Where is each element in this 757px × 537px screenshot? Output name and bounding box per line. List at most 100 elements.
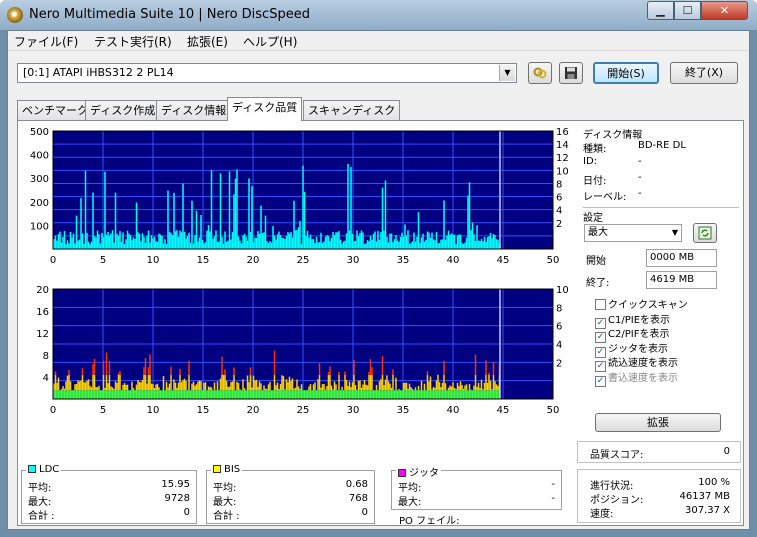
- bis-chart: 201612841086420 5 10 15 20 25 30 35 40 45 50: [18, 279, 573, 429]
- disc-info-group: ディスク情報 種類: BD-RE DL ID: - 日付: - レーベル: -: [583, 124, 739, 203]
- x-tick-label: 35: [397, 255, 410, 266]
- ldc-total-label: 合計 :: [28, 511, 55, 522]
- x-tick-label: 45: [497, 405, 510, 416]
- client-area: ファイル(F) テスト実行(R) 拡張(E) ヘルプ(H) [0:1] ATAP…: [7, 30, 750, 530]
- floppy-disk-icon: [565, 67, 577, 79]
- tab-strip: ベンチマーク ディスク作成 ディスク情報 ディスク品質 スキャンディスク: [17, 97, 747, 121]
- y-left-tick-label: 400: [30, 151, 49, 162]
- chevron-down-icon[interactable]: ▼: [499, 65, 515, 81]
- x-tick-label: 15: [197, 405, 210, 416]
- ldc-total-value: 0: [183, 507, 190, 518]
- end-pos-field[interactable]: 4619 MB: [646, 271, 717, 289]
- menu-extensions[interactable]: 拡張(E): [187, 33, 228, 50]
- bis-total-label: 合計 :: [213, 511, 240, 522]
- bis-max-value: 768: [348, 493, 368, 504]
- menu-test-run[interactable]: テスト実行(R): [94, 33, 172, 50]
- checkmark-icon: ✓: [595, 375, 606, 387]
- bis-color-swatch: [213, 465, 221, 473]
- position-value: 46137 MB: [679, 491, 730, 502]
- disc-quality-panel: 500 400 300 200 100 16 14 12 10 8 6 4 2 0 5 10 15 20 25 30 3…: [17, 120, 744, 527]
- x-tick-label: 50: [547, 405, 560, 416]
- disc-date-label: 日付:: [583, 176, 607, 187]
- exit-button[interactable]: 終了(X): [670, 62, 738, 84]
- tab-disc-info[interactable]: ディスク情報: [156, 100, 232, 121]
- option-checkbox: ✓ 書込速度を表示: [595, 369, 678, 387]
- y-right-tick-label: 4: [556, 340, 562, 351]
- option-label: ジッタを表示: [608, 343, 668, 355]
- start-pos-label: 開始: [586, 256, 606, 267]
- jitter-avg-value: -: [551, 479, 555, 490]
- x-tick-label: 30: [347, 405, 360, 416]
- option-label: クイックスキャン: [608, 300, 688, 311]
- x-tick-label: 40: [447, 255, 460, 266]
- x-tick-label: 30: [347, 255, 360, 266]
- settings-group: 設定 最大 ▼ 開始 0000 MB 終了: 4619 MB クイックスキャン ✓…: [583, 207, 739, 435]
- save-button[interactable]: [559, 62, 583, 84]
- y-left-tick-label: 200: [30, 198, 49, 209]
- x-tick-label: 50: [547, 255, 560, 266]
- link-drive-button[interactable]: [528, 62, 552, 84]
- po-fail-label: PO フェイル:: [399, 516, 460, 527]
- y-left-tick-label: 4: [43, 373, 49, 384]
- end-pos-label: 終了:: [586, 278, 610, 289]
- tab-disc-create[interactable]: ディスク作成: [85, 100, 161, 121]
- menu-file[interactable]: ファイル(F): [14, 33, 78, 50]
- minimize-button[interactable]: ▁: [647, 1, 674, 20]
- y-right-tick-label: 4: [556, 206, 562, 217]
- ldc-title: LDC: [39, 464, 60, 475]
- close-button[interactable]: ✕: [701, 1, 748, 20]
- bis-total-value: 0: [361, 507, 368, 518]
- x-tick-label: 10: [147, 255, 160, 266]
- x-tick-label: 5: [100, 405, 106, 416]
- refresh-button[interactable]: [693, 223, 717, 243]
- y-right-tick-label: 8: [556, 303, 562, 314]
- y-left-tick-label: 20: [36, 285, 49, 296]
- start-button[interactable]: 開始(S): [593, 62, 659, 84]
- jitter-color-swatch: [398, 469, 406, 477]
- title-bar[interactable]: Nero Multimedia Suite 10 | Nero DiscSpee…: [0, 0, 757, 30]
- tab-benchmark[interactable]: ベンチマーク: [17, 100, 93, 121]
- tab-disc-quality[interactable]: ディスク品質: [227, 97, 303, 121]
- speed-select[interactable]: 最大 ▼: [584, 224, 682, 242]
- option-label: 読込速度を表示: [608, 358, 678, 369]
- y-right-tick-label: 6: [556, 322, 562, 333]
- x-tick-label: 40: [447, 405, 460, 416]
- empty-checkbox-icon: [595, 299, 606, 310]
- y-right-tick-label: 2: [556, 219, 562, 230]
- ldc-color-swatch: [28, 465, 36, 473]
- ldc-chart: 5004003002001001614121086420 5 10 15 20 25 30 3…: [18, 121, 573, 279]
- disc-type-label: 種類:: [583, 144, 607, 155]
- nero-app-icon: [7, 7, 23, 23]
- x-tick-label: 20: [247, 405, 260, 416]
- option-label: C1/PIEを表示: [608, 314, 671, 326]
- menu-bar: ファイル(F) テスト実行(R) 拡張(E) ヘルプ(H): [8, 31, 749, 51]
- x-tick-label: 35: [397, 405, 410, 416]
- ldc-avg-value: 15.95: [161, 479, 190, 490]
- maximize-button[interactable]: ☐: [674, 1, 701, 20]
- quality-score-label: 品質スコア:: [590, 450, 644, 461]
- speed-select-value: 最大: [588, 227, 608, 238]
- expand-button[interactable]: 拡張: [595, 413, 721, 432]
- option-checkbox[interactable]: クイックスキャン: [595, 296, 688, 311]
- x-tick-label: 5: [100, 255, 106, 266]
- x-tick-label: 10: [147, 405, 160, 416]
- quality-score-box: 品質スコア: 0: [577, 441, 741, 463]
- refresh-icon: [698, 226, 712, 240]
- disc-label-value: -: [638, 188, 642, 199]
- menu-help[interactable]: ヘルプ(H): [243, 33, 297, 50]
- side-panel: ディスク情報 種類: BD-RE DL ID: - 日付: - レーベル: - …: [577, 121, 743, 525]
- y-left-tick-label: 500: [30, 127, 49, 138]
- tab-scan-disc[interactable]: スキャンディスク: [303, 100, 401, 121]
- x-tick-label: 45: [497, 255, 510, 266]
- y-right-tick-label: 6: [556, 193, 562, 204]
- drive-select[interactable]: [0:1] ATAPI iHBS312 2 PL14 ▼: [17, 63, 517, 83]
- toolbar: [0:1] ATAPI iHBS312 2 PL14 ▼ 開始(S) 終了(X): [8, 52, 749, 90]
- option-label: C2/PIFを表示: [608, 329, 670, 340]
- drive-select-value: [0:1] ATAPI iHBS312 2 PL14: [23, 66, 174, 79]
- x-tick-label: 20: [247, 255, 260, 266]
- disc-date-value: -: [638, 172, 642, 183]
- y-left-tick-label: 12: [36, 329, 49, 340]
- start-pos-field[interactable]: 0000 MB: [646, 249, 717, 267]
- y-right-tick-label: 10: [556, 285, 569, 296]
- y-left-tick-label: 300: [30, 174, 49, 185]
